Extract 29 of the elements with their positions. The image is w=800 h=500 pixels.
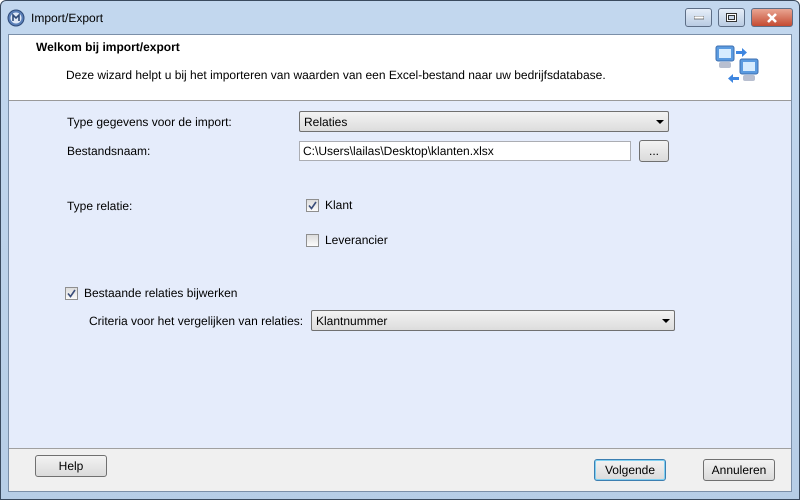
window-title: Import/Export <box>31 10 104 26</box>
help-button[interactable]: Help <box>35 455 107 477</box>
minimize-icon <box>694 16 704 20</box>
field-label: Criteria voor het vergelijken van relaties: <box>89 312 304 330</box>
caret-icon <box>662 318 670 322</box>
close-icon <box>766 12 778 22</box>
app-logo-icon <box>7 8 25 26</box>
checkbox-label[interactable]: Klant <box>325 196 352 214</box>
caret-icon <box>656 120 664 124</box>
field-label: Bestandsnaam: <box>67 143 152 160</box>
checkbox[interactable] <box>306 234 319 246</box>
field-label: Type gegevens voor de import: <box>67 114 233 130</box>
checkbox[interactable] <box>306 198 319 212</box>
close-button[interactable] <box>751 8 793 27</box>
maximize-button[interactable] <box>718 8 745 27</box>
cancel-button[interactable]: Annuleren <box>703 459 775 481</box>
import-type-dropdown[interactable]: Relaties <box>299 111 669 132</box>
field-label: Type relatie: <box>67 198 134 215</box>
minimize-button[interactable] <box>685 8 712 27</box>
checkbox-label[interactable]: Bestaande relaties bijwerken <box>84 284 238 302</box>
maximize-icon <box>726 13 737 22</box>
file-name-field[interactable]: C:\Users\lailas\Desktop\klanten.xlsx <box>299 141 631 161</box>
checkbox-label[interactable]: Leverancier <box>325 231 388 249</box>
browse-button[interactable]: ... <box>639 140 669 162</box>
criteria-dropdown[interactable]: Klantnummer <box>311 310 675 331</box>
checkbox[interactable] <box>65 286 78 300</box>
wizard-title: Welkom bij import/export <box>36 39 181 56</box>
wizard-description: Deze wizard helpt u bij het importeren van waarden van een Excel-bestand naar uw bedrijfsdatabase. <box>66 67 607 84</box>
next-button[interactable]: Volgende <box>594 459 666 481</box>
